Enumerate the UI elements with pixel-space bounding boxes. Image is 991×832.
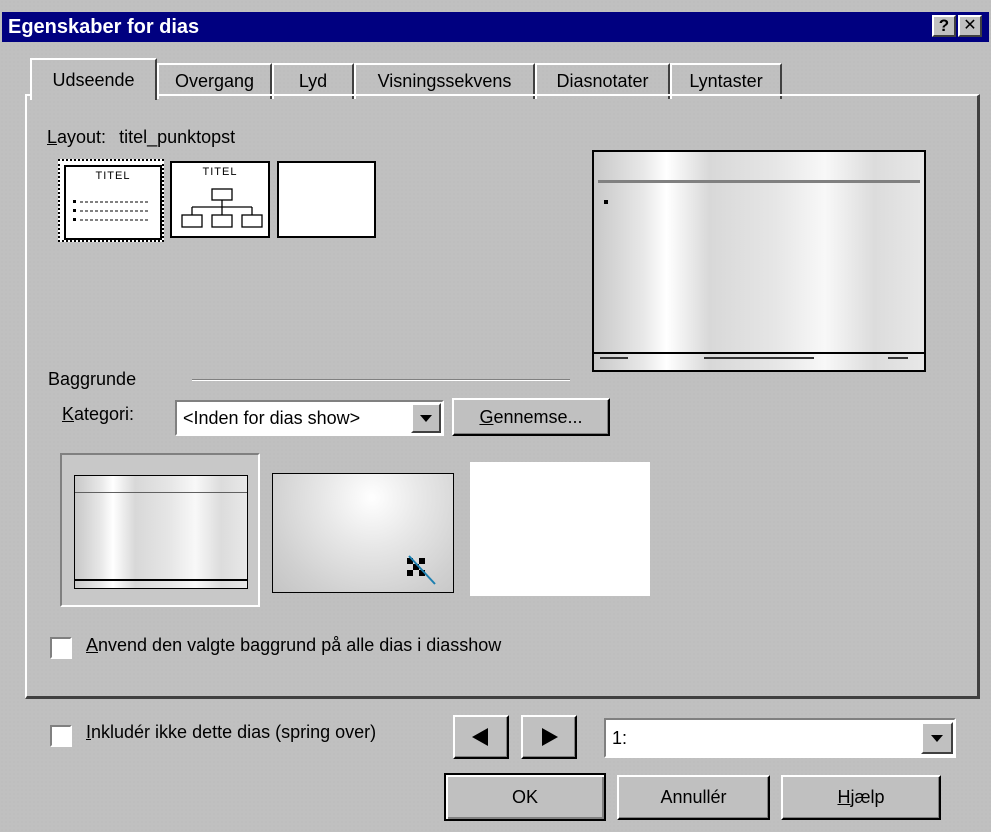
ok-label: OK bbox=[511, 787, 538, 807]
slide-select-value: 1: bbox=[612, 728, 628, 748]
bg-thumb-line bbox=[75, 492, 247, 493]
dialog-window: Egenskaber for dias ? ✕ Udseende Overgan… bbox=[0, 0, 991, 832]
preview-title-line bbox=[598, 180, 920, 183]
layout-label: Layout: titel_punktopst bbox=[47, 127, 235, 148]
skip-slide-checkbox[interactable] bbox=[50, 725, 72, 747]
skip-slide-label[interactable]: Inkludér ikke dette dias (spring over) bbox=[86, 722, 376, 743]
layout-accel: L bbox=[47, 127, 58, 147]
ok-button[interactable]: OK bbox=[444, 773, 606, 821]
browse-label: ennemse... bbox=[493, 407, 583, 427]
dropdown-button[interactable] bbox=[411, 403, 441, 433]
org-chart-icon bbox=[181, 188, 263, 228]
layout-thumb-title-bullets[interactable]: TITEL bbox=[58, 159, 164, 242]
apply-all-label[interactable]: Anvend den valgte baggrund på alle dias … bbox=[86, 635, 501, 656]
category-label: Kategori: bbox=[62, 404, 134, 425]
apply-all-accel: A bbox=[86, 635, 99, 655]
tab-label: Visningssekvens bbox=[377, 71, 512, 91]
help-title-button[interactable]: ? bbox=[932, 15, 956, 37]
apply-all-text: nvend den valgte baggrund på alle dias i… bbox=[98, 635, 502, 655]
thumb-title-text: TITEL bbox=[95, 170, 131, 182]
browse-button[interactable]: Gennemse... bbox=[452, 398, 610, 436]
close-icon: ✕ bbox=[963, 17, 977, 34]
checkered-flag-icon bbox=[407, 555, 436, 585]
window-title: Egenskaber for dias bbox=[8, 16, 200, 38]
background-group-label: Baggrunde bbox=[48, 369, 137, 389]
category-value: <Inden for dias show> bbox=[183, 408, 361, 428]
tab-label: Udseende bbox=[52, 70, 135, 90]
tab-label: Lyd bbox=[298, 71, 328, 91]
apply-all-checkbox[interactable] bbox=[50, 637, 72, 659]
preview-footer-text bbox=[704, 357, 814, 359]
question-icon: ? bbox=[938, 16, 950, 35]
layout-thumb-blank[interactable] bbox=[277, 161, 376, 238]
cancel-button[interactable]: Annullér bbox=[617, 775, 770, 820]
bg-thumb-blank[interactable] bbox=[470, 462, 650, 596]
preview-footer-text bbox=[888, 357, 908, 359]
layout-thumb-title-orgchart[interactable]: TITEL bbox=[170, 161, 270, 238]
preview-footer-text bbox=[600, 357, 628, 359]
slide-select[interactable]: 1: bbox=[604, 718, 956, 758]
close-button[interactable]: ✕ bbox=[958, 15, 982, 37]
category-label-text: ategori: bbox=[74, 404, 135, 424]
next-slide-button[interactable] bbox=[521, 715, 577, 759]
browse-accel: G bbox=[479, 407, 494, 427]
title-bar[interactable]: Egenskaber for dias ? ✕ bbox=[2, 12, 989, 42]
triangle-right-icon bbox=[542, 728, 558, 746]
bullet-lines-icon bbox=[73, 200, 148, 221]
help-label: jælp bbox=[850, 787, 885, 807]
group-divider bbox=[192, 379, 570, 381]
slide-preview bbox=[592, 150, 926, 372]
triangle-left-icon bbox=[472, 728, 488, 746]
tab-label: Diasnotater bbox=[556, 71, 649, 91]
bg-thumb-clipart[interactable] bbox=[272, 473, 454, 593]
preview-bullet bbox=[604, 200, 608, 204]
chevron-down-icon bbox=[420, 415, 432, 422]
category-accel: K bbox=[62, 404, 75, 424]
layout-label-text: ayout: bbox=[57, 127, 107, 147]
thumb-title-text: TITEL bbox=[202, 166, 238, 178]
bg-thumb-selected[interactable] bbox=[60, 453, 260, 607]
tab-udseende[interactable]: Udseende bbox=[30, 58, 157, 100]
bg-thumb-footer bbox=[75, 579, 247, 581]
tab-label: Overgang bbox=[174, 71, 255, 91]
cancel-label: Annullér bbox=[660, 787, 727, 807]
chevron-down-icon bbox=[931, 735, 943, 742]
preview-footer-line bbox=[594, 352, 924, 354]
layout-value: titel_punktopst bbox=[119, 127, 236, 147]
skip-slide-text: nkludér ikke dette dias (spring over) bbox=[91, 722, 377, 742]
bg-thumb-gradient bbox=[74, 475, 248, 589]
help-button[interactable]: Hjælp bbox=[781, 775, 941, 820]
previous-slide-button[interactable] bbox=[453, 715, 509, 759]
slide-dropdown-button[interactable] bbox=[921, 722, 953, 754]
help-accel: H bbox=[837, 787, 851, 807]
tab-label: Lyntaster bbox=[689, 71, 763, 91]
category-dropdown[interactable]: <Inden for dias show> bbox=[175, 400, 444, 436]
